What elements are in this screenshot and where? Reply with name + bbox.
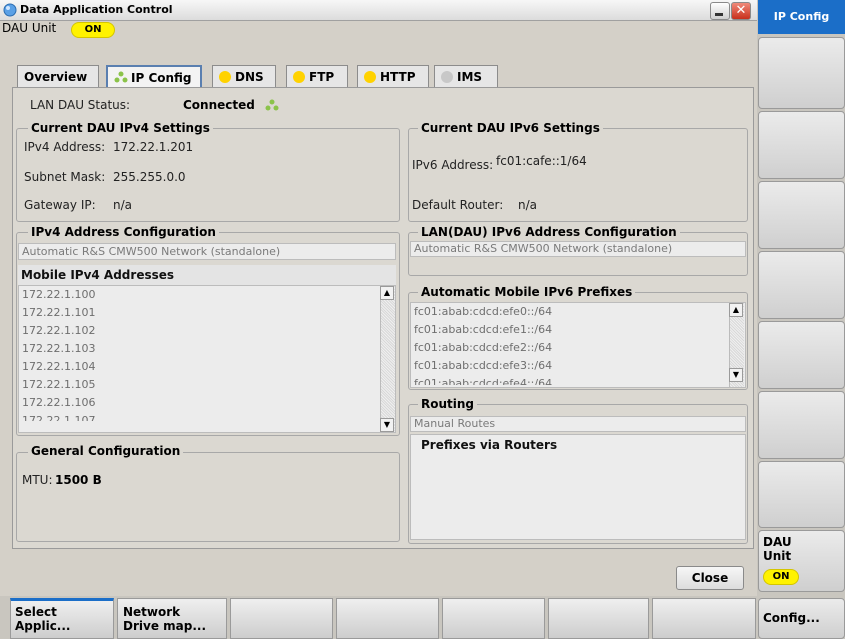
ipv4-list-scrollbar[interactable] xyxy=(380,286,395,432)
window-title: Data Application Control xyxy=(20,3,173,16)
network-connected-icon xyxy=(265,99,279,111)
prefixes-via-routers-list[interactable]: Prefixes via Routers xyxy=(410,434,746,540)
tab-dns[interactable]: DNS xyxy=(212,65,276,87)
dau-unit-state: ON xyxy=(84,24,102,35)
list-item[interactable]: 172.22.1.102 xyxy=(19,322,395,340)
softkey-dau-unit-label2: Unit xyxy=(763,549,792,563)
routing-title: Routing xyxy=(418,397,478,411)
softkey-label: Applic... xyxy=(15,619,71,633)
dau-unit-toggle[interactable]: ON xyxy=(71,22,115,38)
softkey-label: Select xyxy=(15,605,57,619)
gateway-value: n/a xyxy=(113,198,133,212)
general-config-group xyxy=(16,452,400,542)
ipv6-config-mode-value: Automatic R&S CMW500 Network (standalone… xyxy=(414,242,673,255)
mtu-value[interactable]: 1500 B xyxy=(55,473,102,487)
softkey-blank[interactable] xyxy=(442,598,545,639)
routing-mode-select[interactable]: Manual Routes xyxy=(410,416,746,432)
tab-ims[interactable]: IMS xyxy=(434,65,498,87)
prefixes-via-routers-header: Prefixes via Routers xyxy=(411,435,745,455)
minimize-button[interactable] xyxy=(710,2,730,20)
app-icon xyxy=(3,3,17,17)
softkey-blank[interactable] xyxy=(758,181,845,249)
ipv4-settings-title: Current DAU IPv4 Settings xyxy=(28,121,213,135)
ipv4-address-value: 172.22.1.201 xyxy=(113,140,194,154)
softkey-blank[interactable] xyxy=(336,598,439,639)
softkey-config-label: Config... xyxy=(763,611,820,625)
list-item[interactable]: 172.22.1.106 xyxy=(19,394,395,412)
list-item[interactable]: 172.22.1.104 xyxy=(19,358,395,376)
close-window-button[interactable]: ✕ xyxy=(731,2,751,20)
ipv6-address-value: fc01:cafe::1/64 xyxy=(496,154,587,168)
subnet-mask-label: Subnet Mask: xyxy=(24,170,106,184)
list-item[interactable]: 172.22.1.103 xyxy=(19,340,395,358)
status-dot-icon xyxy=(441,71,453,83)
routing-mode-value: Manual Routes xyxy=(414,417,496,430)
mobile-ipv4-header: Mobile IPv4 Addresses xyxy=(18,265,396,285)
ipv6-prefixes-title: Automatic Mobile IPv6 Prefixes xyxy=(418,285,636,299)
softkey-blank[interactable] xyxy=(758,111,845,179)
lan-status-value: Connected xyxy=(183,98,255,112)
default-router-label: Default Router: xyxy=(412,198,504,212)
softkey-dau-unit[interactable]: DAU Unit ON xyxy=(758,530,845,592)
softkey-ip-config[interactable]: IP Config xyxy=(758,0,845,34)
softkey-dau-unit-state: ON xyxy=(763,569,799,585)
ipv4-config-mode-value: Automatic R&S CMW500 Network (standalone… xyxy=(22,245,281,258)
list-item[interactable]: fc01:abab:cdcd:efe3::/64 xyxy=(411,357,745,375)
status-dot-icon xyxy=(364,71,376,83)
close-icon: ✕ xyxy=(735,3,747,18)
softkey-network-drive-map[interactable]: Network Drive map... xyxy=(117,598,227,639)
ipv6-config-mode-select[interactable]: Automatic R&S CMW500 Network (standalone… xyxy=(410,241,746,257)
default-router-value: n/a xyxy=(518,198,538,212)
softkey-dau-unit-label: DAU xyxy=(763,535,792,549)
tab-overview[interactable]: Overview xyxy=(17,65,99,87)
ipv4-config-mode-select[interactable]: Automatic R&S CMW500 Network (standalone… xyxy=(18,243,396,260)
softkey-label: Network xyxy=(123,605,181,619)
status-dot-icon xyxy=(219,71,231,83)
scroll-up-icon[interactable]: ▲ xyxy=(380,286,394,300)
list-item[interactable]: 172.22.1.100 xyxy=(19,286,395,304)
list-item[interactable]: fc01:abab:cdcd:efe1::/64 xyxy=(411,321,745,339)
list-item[interactable]: 172.22.1.107 xyxy=(19,412,395,421)
tab-http[interactable]: HTTP xyxy=(357,65,429,87)
list-item[interactable]: fc01:abab:cdcd:efe0::/64 xyxy=(411,303,745,321)
softkey-config[interactable]: Config... xyxy=(758,598,845,639)
subnet-mask-value: 255.255.0.0 xyxy=(113,170,186,184)
scroll-up-icon[interactable]: ▲ xyxy=(729,303,743,317)
network-icon xyxy=(114,71,128,83)
softkey-blank[interactable] xyxy=(758,321,845,389)
list-item[interactable]: 172.22.1.101 xyxy=(19,304,395,322)
ipv6-settings-title: Current DAU IPv6 Settings xyxy=(418,121,603,135)
gateway-label: Gateway IP: xyxy=(24,198,96,212)
list-item[interactable]: fc01:abab:cdcd:efe2::/64 xyxy=(411,339,745,357)
close-button[interactable]: Close xyxy=(676,566,744,590)
softkey-select-applic[interactable]: Select Applic... xyxy=(10,598,114,639)
title-bar: Data Application Control ✕ xyxy=(0,0,757,21)
mobile-ipv4-list[interactable]: 172.22.1.100 172.22.1.101 172.22.1.102 1… xyxy=(18,285,396,433)
softkey-blank[interactable] xyxy=(230,598,333,639)
scroll-down-icon[interactable]: ▼ xyxy=(729,368,743,382)
softkey-blank[interactable] xyxy=(548,598,649,639)
ipv6-config-title: LAN(DAU) IPv6 Address Configuration xyxy=(418,225,680,239)
scroll-down-icon[interactable]: ▼ xyxy=(380,418,394,432)
tab-ip-config[interactable]: IP Config xyxy=(106,65,202,87)
ipv6-prefix-list[interactable]: fc01:abab:cdcd:efe0::/64 fc01:abab:cdcd:… xyxy=(410,302,746,388)
general-config-title: General Configuration xyxy=(28,444,184,458)
list-item[interactable]: fc01:abab:cdcd:efe4::/64 xyxy=(411,375,745,385)
status-dot-icon xyxy=(293,71,305,83)
softkey-blank[interactable] xyxy=(758,37,845,109)
softkey-blank[interactable] xyxy=(758,391,845,459)
lan-status-label: LAN DAU Status: xyxy=(30,98,131,112)
mtu-label: MTU: xyxy=(22,473,53,487)
softkey-label: Drive map... xyxy=(123,619,206,633)
dau-unit-label: DAU Unit xyxy=(2,21,57,35)
ipv6-address-label: IPv6 Address: xyxy=(412,158,494,172)
softkey-blank[interactable] xyxy=(758,461,845,528)
list-item[interactable]: 172.22.1.105 xyxy=(19,376,395,394)
tab-ftp[interactable]: FTP xyxy=(286,65,348,87)
ipv4-address-label: IPv4 Address: xyxy=(24,140,106,154)
softkey-blank[interactable] xyxy=(652,598,756,639)
softkey-blank[interactable] xyxy=(758,251,845,319)
ipv4-config-title: IPv4 Address Configuration xyxy=(28,225,219,239)
